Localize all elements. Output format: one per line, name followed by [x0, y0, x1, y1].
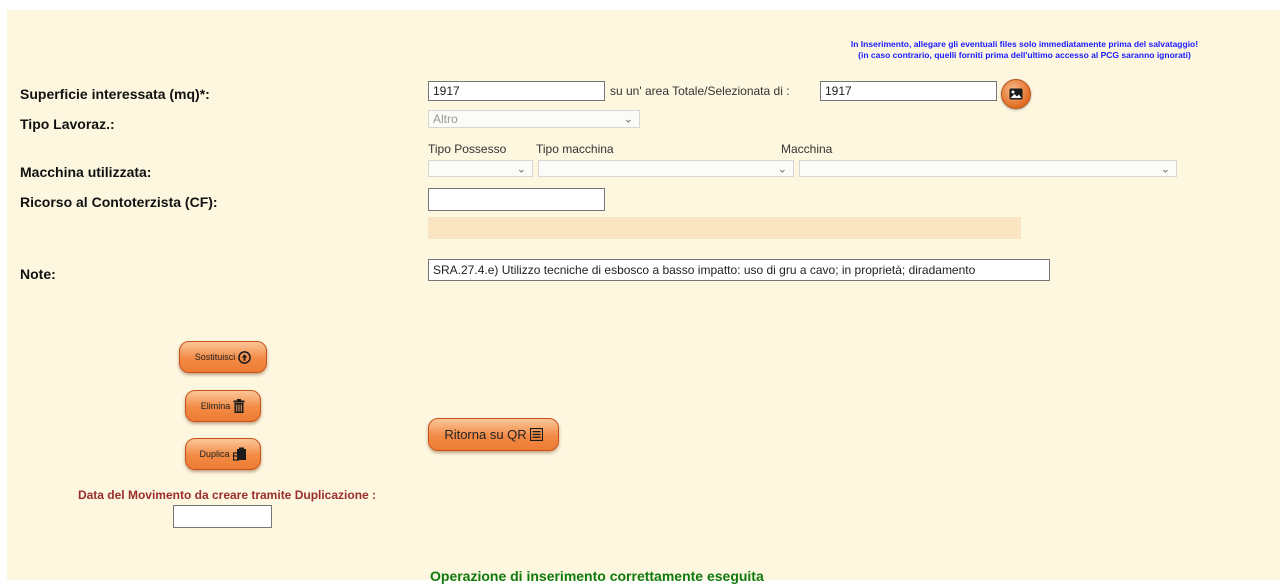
chevron-down-icon: ⌄	[516, 163, 526, 175]
tipo-possesso-select[interactable]: ⌄	[428, 160, 533, 177]
duplicazione-label: Data del Movimento da creare tramite Dup…	[77, 488, 377, 502]
trash-icon	[233, 399, 245, 413]
info-strip	[428, 217, 1021, 239]
contoterzista-input[interactable]	[428, 188, 605, 211]
contoterzista-label: Ricorso al Contoterzista (CF):	[20, 194, 218, 210]
macchina-select[interactable]: ⌄	[799, 160, 1177, 177]
tipo-macchina-select[interactable]: ⌄	[538, 160, 794, 177]
tipo-possesso-header: Tipo Possesso	[428, 142, 507, 156]
notice-line-2: (in caso contrario, quelli forniti prima…	[858, 50, 1191, 60]
note-label: Note:	[20, 266, 56, 282]
superficie-input[interactable]	[428, 81, 605, 101]
upload-circle-icon	[238, 350, 252, 364]
macchina-label: Macchina utilizzata:	[20, 164, 152, 180]
note-input[interactable]	[428, 259, 1050, 281]
macchina-header: Macchina	[781, 142, 833, 156]
tipo-lavoraz-select[interactable]: Altro ⌄	[428, 110, 640, 128]
sostituisci-button[interactable]: Sostituisci	[179, 341, 267, 373]
ritorna-qr-button[interactable]: Ritorna su QR	[428, 418, 559, 451]
tipo-lavoraz-value: Altro	[433, 112, 458, 126]
image-button[interactable]	[1001, 79, 1031, 109]
superficie-label: Superficie interessata (mq)*:	[20, 86, 210, 102]
image-icon	[1009, 88, 1023, 100]
ritorna-label: Ritorna su QR	[444, 427, 527, 442]
duplicazione-date-input[interactable]	[173, 505, 272, 528]
notice-line-1: In Inserimento, allegare gli eventuali f…	[850, 39, 1199, 49]
chevron-down-icon: ⌄	[623, 113, 633, 126]
copy-icon	[232, 447, 246, 461]
tipo-macchina-header: Tipo macchina	[536, 142, 614, 156]
sostituisci-label: Sostituisci	[194, 352, 236, 362]
elimina-button[interactable]: Elimina	[185, 390, 261, 422]
chevron-down-icon: ⌄	[1160, 163, 1170, 175]
form-panel: In Inserimento, allegare gli eventuali f…	[7, 10, 1280, 584]
duplica-label: Duplica	[199, 449, 230, 459]
status-message: Operazione di inserimento correttamente …	[430, 568, 764, 584]
chevron-down-icon: ⌄	[777, 163, 787, 175]
area-input[interactable]	[820, 81, 997, 101]
duplica-button[interactable]: Duplica	[185, 438, 261, 470]
area-label: su un' area Totale/Selezionata di :	[610, 84, 790, 98]
elimina-label: Elimina	[200, 401, 231, 411]
list-icon	[529, 428, 543, 441]
attachment-notice: In Inserimento, allegare gli eventuali f…	[797, 39, 1252, 61]
tipo-lavoraz-label: Tipo Lavoraz.:	[20, 116, 115, 132]
